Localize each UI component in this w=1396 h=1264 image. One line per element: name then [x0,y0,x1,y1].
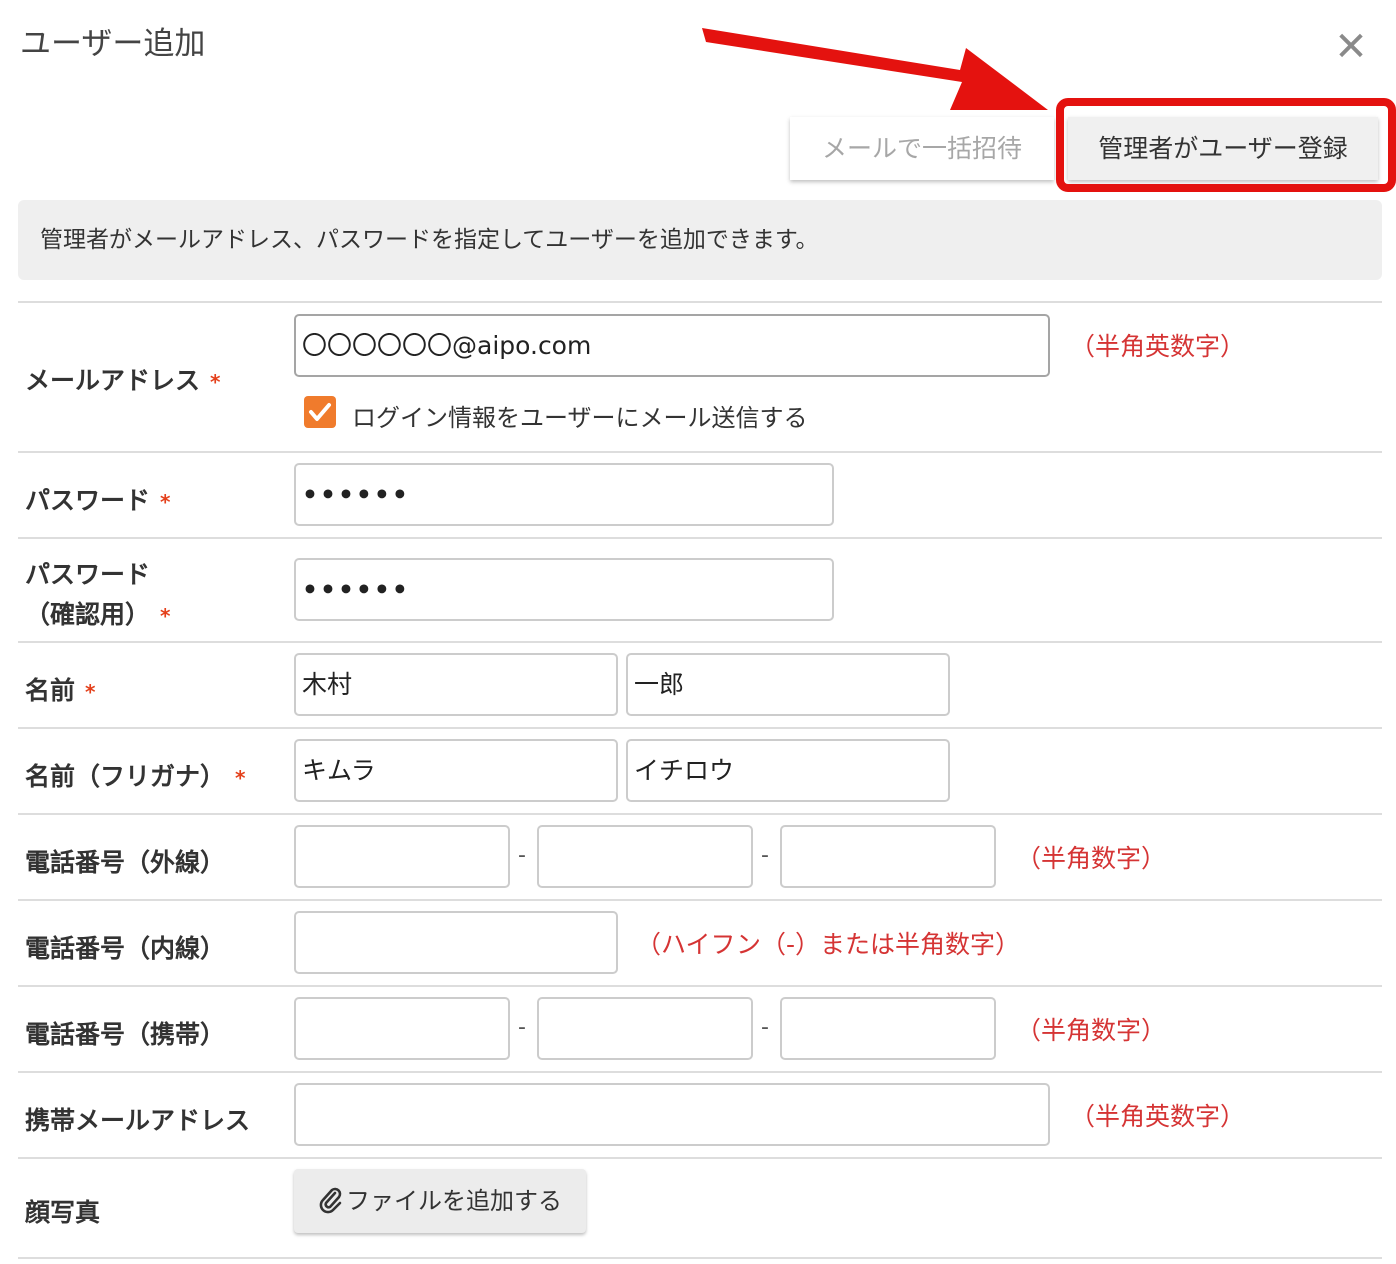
name-row: 名前 * 木村 一郎 [18,641,1382,727]
name-kana-label: 名前（フリガナ） * [25,762,246,791]
phone-outside-label: 電話番号（外線） [25,848,226,877]
mobile-email-row: 携帯メールアドレス （半角英数字） [18,1071,1382,1157]
required-mark: * [85,680,96,704]
first-name-kana-input[interactable]: イチロウ [626,739,950,802]
phone-outside-row: 電話番号（外線） - - （半角数字） [18,813,1382,899]
close-icon[interactable]: ✕ [1330,26,1372,68]
required-mark: * [160,604,171,628]
phone-mobile-input-3[interactable] [780,997,996,1060]
password-row: パスワード * •••••• [18,451,1382,537]
phone-mobile-input-2[interactable] [537,997,753,1060]
photo-label: 顔写真 [25,1198,101,1227]
phone-outside-hint: （半角数字） [1016,844,1167,873]
separator: - [518,1015,526,1040]
password-confirm-label-line2: （確認用） * [25,600,171,629]
phone-mobile-input-1[interactable] [294,997,510,1060]
name-label: 名前 * [25,676,96,705]
check-icon [309,403,331,421]
last-name-kana-input[interactable]: キムラ [294,739,618,802]
paperclip-icon [319,1187,342,1214]
email-row: メールアドレス * 〇〇〇〇〇〇@aipo.com （半角英数字） ログイン情報を… [18,301,1382,451]
mobile-email-input[interactable] [294,1083,1050,1146]
send-login-label[interactable]: ログイン情報をユーザーにメール送信する [352,398,808,433]
email-hint: （半角英数字） [1070,332,1246,361]
mobile-email-hint: （半角英数字） [1070,1102,1246,1131]
last-name-input[interactable]: 木村 [294,653,618,716]
user-form: メールアドレス * 〇〇〇〇〇〇@aipo.com （半角英数字） ログイン情報を… [18,301,1382,1259]
password-confirm-input[interactable]: •••••• [294,558,834,621]
required-mark: * [160,490,171,514]
name-kana-row: 名前（フリガナ） * キムラ イチロウ [18,727,1382,813]
add-file-label: ファイルを追加する [346,1187,562,1215]
phone-outside-input-2[interactable] [537,825,753,888]
password-label: パスワード * [25,486,171,515]
send-login-checkbox[interactable] [304,396,336,428]
email-input[interactable]: 〇〇〇〇〇〇@aipo.com [294,314,1050,377]
email-label: メールアドレス * [25,366,221,395]
required-mark: * [235,766,246,790]
phone-outside-input-1[interactable] [294,825,510,888]
separator: - [761,843,769,868]
phone-mobile-hint: （半角数字） [1016,1016,1167,1045]
phone-extension-label: 電話番号（内線） [25,934,226,963]
add-file-button[interactable]: ファイルを追加する [294,1169,586,1233]
phone-extension-input[interactable] [294,911,618,974]
info-message: 管理者がメールアドレス、パスワードを指定してユーザーを追加できます。 [18,200,1382,280]
password-confirm-label-line1: パスワード [25,560,151,589]
phone-mobile-row: 電話番号（携帯） - - （半角数字） [18,985,1382,1071]
password-input[interactable]: •••••• [294,463,834,526]
phone-mobile-label: 電話番号（携帯） [25,1020,226,1049]
tab-invite-by-email[interactable]: メールで一括招待 [790,117,1054,180]
mobile-email-label: 携帯メールアドレス [25,1106,251,1135]
phone-extension-row: 電話番号（内線） （ハイフン（-）または半角数字） [18,899,1382,985]
first-name-input[interactable]: 一郎 [626,653,950,716]
photo-row: 顔写真 ファイルを追加する [18,1157,1382,1259]
dialog-title: ユーザー追加 [20,26,206,62]
password-confirm-row: パスワード （確認用） * •••••• [18,537,1382,641]
separator: - [761,1015,769,1040]
phone-extension-hint: （ハイフン（-）または半角数字） [636,930,1021,959]
phone-outside-input-3[interactable] [780,825,996,888]
separator: - [518,843,526,868]
tab-admin-register[interactable]: 管理者がユーザー登録 [1068,117,1378,180]
required-mark: * [210,370,221,394]
